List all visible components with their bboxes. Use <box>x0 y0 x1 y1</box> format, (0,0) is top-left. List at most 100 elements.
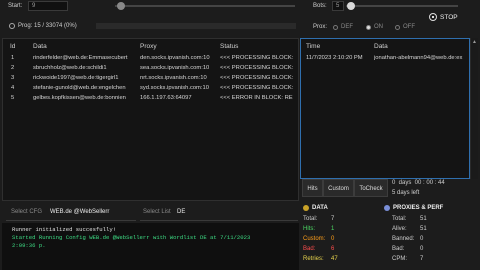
stat-value: 7 <box>420 256 424 262</box>
log-line: Started Running Config WEB.de @WebSeller… <box>12 234 251 241</box>
cfg-underline <box>6 220 136 221</box>
grid-col-data[interactable]: Data <box>33 43 47 50</box>
row-status: <<< PROCESSING BLOCK: <box>220 65 294 71</box>
row-proxy: syd.socks.ipvanish.com:10 <box>140 85 209 91</box>
log-line: 2:09:36 p. <box>12 242 46 249</box>
row-data: gelbes.kopfkissen@web.de:bonnien <box>33 95 126 101</box>
stat-label: Total: <box>303 216 318 222</box>
hits-grid: Time Data 11/7/2023 2:10:20 PM jonathan-… <box>300 38 470 179</box>
select-list-label: Select List <box>143 209 171 215</box>
bots-slider-knob[interactable] <box>347 2 355 10</box>
stat-label: Total: <box>392 216 407 222</box>
row-id: 5 <box>11 95 15 101</box>
list-underline <box>140 220 298 221</box>
grid-col-proxy[interactable]: Proxy <box>140 43 157 50</box>
proxy-total: Total: 51 <box>392 216 462 222</box>
start-slider[interactable] <box>115 2 295 10</box>
row-status: <<< PROCESSING BLOCK: <box>220 55 294 61</box>
stop-icon <box>429 13 437 21</box>
stat-hits: Hits: 1 <box>303 226 373 232</box>
hits-row[interactable]: 11/7/2023 2:10:20 PM jonathan-abelmann94… <box>301 53 469 63</box>
prog-text: Prog: 15 / 33074 (0%) <box>18 23 77 29</box>
data-grid: Id Data Proxy Status 1 rinderfelder@web.… <box>2 38 299 201</box>
hit-time: 11/7/2023 2:10:20 PM <box>306 55 363 61</box>
start-slider-knob[interactable] <box>117 2 125 10</box>
proxy-icon <box>384 205 390 211</box>
radio-def-icon <box>333 25 338 30</box>
tab-hits-label: Hits <box>307 186 318 192</box>
row-status: <<< PROCESSING BLOCK: <box>220 75 294 81</box>
start-slider-track <box>115 5 295 7</box>
row-id: 1 <box>11 55 15 61</box>
tab-tocheck[interactable]: ToCheck <box>354 179 388 197</box>
bots-input[interactable]: 5 <box>332 1 344 11</box>
hits-vscrollbar[interactable]: ▲ <box>470 38 478 179</box>
table-row[interactable]: 1 rinderfelder@web.de:Emmasecubert den.s… <box>3 53 298 63</box>
stat-total: Total: 7 <box>303 216 373 222</box>
prox-label: Prox: <box>313 24 328 30</box>
config-bar: Select CFG WEB.de @WebSellerr Select Lis… <box>2 203 299 222</box>
table-row[interactable]: 4 stefanie-gunold@web.de:engelchen syd.s… <box>3 83 298 93</box>
proxy-bad: Bad: 0 <box>392 246 462 252</box>
row-data: rinderfelder@web.de:Emmasecubert <box>33 55 128 61</box>
timer-elapsed: 0 days 00 : 00 : 44 <box>392 180 445 186</box>
stat-label: CPM: <box>392 256 407 262</box>
table-row[interactable]: 5 gelbes.kopfkissen@web.de:bonnien 166.1… <box>3 93 298 103</box>
row-id: 3 <box>11 75 15 81</box>
data-icon <box>303 205 309 211</box>
stat-value: 51 <box>420 226 427 232</box>
list-value[interactable]: DE <box>177 209 185 215</box>
radio-off-icon <box>395 25 400 30</box>
radio-on-icon <box>366 25 371 30</box>
stat-value: 0 <box>420 236 424 242</box>
stat-value: 0 <box>331 236 335 242</box>
hits-col-time[interactable]: Time <box>306 43 320 50</box>
stat-label: Alive: <box>392 226 407 232</box>
bots-value: 5 <box>336 3 340 9</box>
row-data: rickwoide1997@web.de:tigergirl1 <box>33 75 119 81</box>
cfg-value[interactable]: WEB.de @WebSellerr <box>50 209 109 215</box>
row-proxy: den.socks.ipvanish.com:10 <box>140 55 210 61</box>
grid-col-id[interactable]: Id <box>10 43 15 50</box>
timer-left: 5 days left <box>392 190 420 196</box>
stat-retries: Retries: 47 <box>303 256 373 262</box>
table-row[interactable]: 3 rickwoide1997@web.de:tigergirl1 nrt.so… <box>3 73 298 83</box>
row-id: 2 <box>11 65 15 71</box>
stat-value: 47 <box>331 256 338 262</box>
data-stats-title: DATA <box>312 205 328 211</box>
prog-bar <box>96 23 296 29</box>
stat-label: Retries: <box>303 256 324 262</box>
stat-label: Banned: <box>392 236 415 242</box>
log-console: Runner initialized succesfully! Started … <box>2 223 299 270</box>
hit-data: jonathan-abelmann94@web.de:ex <box>374 55 463 61</box>
stop-button[interactable]: STOP <box>427 10 461 26</box>
hits-col-data[interactable]: Data <box>374 43 388 50</box>
stat-value: 1 <box>331 226 335 232</box>
select-cfg-label: Select CFG <box>11 209 43 215</box>
stat-label: Hits: <box>303 226 315 232</box>
prox-on-label: ON <box>374 24 383 30</box>
prox-off-label: OFF <box>403 24 415 30</box>
start-input[interactable]: 9 <box>28 1 68 11</box>
proxy-alive: Alive: 51 <box>392 226 462 232</box>
bots-label: Bots: <box>313 3 327 9</box>
table-row[interactable]: 2 sbruchholz@web.de:schildi1 sea.socks.i… <box>3 63 298 73</box>
start-value: 9 <box>32 3 36 9</box>
stat-value: 0 <box>420 246 424 252</box>
log-line: Runner initialized succesfully! <box>12 226 117 233</box>
stat-value: 6 <box>331 246 335 252</box>
tab-custom[interactable]: Custom <box>323 179 354 197</box>
prog-radio[interactable] <box>9 23 15 29</box>
scroll-up-icon[interactable]: ▲ <box>472 39 477 45</box>
stat-label: Custom: <box>303 236 326 242</box>
tab-tocheck-label: ToCheck <box>359 186 383 192</box>
stat-label: Bad: <box>303 246 316 252</box>
stat-value: 51 <box>420 216 427 222</box>
proxy-stats-panel: PROXIES & PERF Total: 51 Alive: 51 Banne… <box>384 203 478 270</box>
stat-label: Bad: <box>392 246 405 252</box>
stat-custom: Custom: 0 <box>303 236 373 242</box>
tab-hits[interactable]: Hits <box>302 179 323 197</box>
row-data: sbruchholz@web.de:schildi1 <box>33 65 107 71</box>
bots-slider[interactable] <box>346 2 458 10</box>
grid-col-status[interactable]: Status <box>220 43 238 50</box>
